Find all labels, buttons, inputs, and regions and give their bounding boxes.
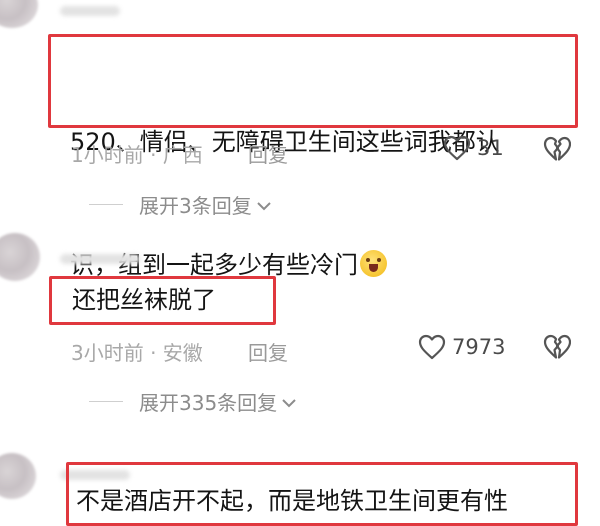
reply-button[interactable]: 回复 <box>248 337 288 366</box>
heart-outline-icon <box>443 135 471 161</box>
like-button[interactable]: 31 <box>443 135 504 161</box>
chevron-down-icon <box>256 193 272 217</box>
avatar[interactable] <box>0 0 38 28</box>
comment-time-location: 3小时前 · 安徽 <box>71 341 203 365</box>
comment-time-location: 1小时前 · 广西 <box>71 143 203 167</box>
chevron-down-icon <box>281 390 297 414</box>
like-count: 31 <box>477 136 504 160</box>
like-button[interactable]: 7973 <box>418 334 505 360</box>
username-blurred[interactable] <box>60 6 120 16</box>
comment-text: 还把丝袜脱了 <box>72 286 216 314</box>
dislike-broken-heart-icon[interactable] <box>543 136 571 162</box>
avatar[interactable] <box>0 233 40 281</box>
divider-line <box>89 204 123 205</box>
expand-replies-button[interactable]: 展开3条回复 <box>89 190 272 219</box>
comment-text: 不是酒店开不起，而是地铁卫生间更有性 <box>76 487 508 515</box>
avatar[interactable] <box>0 453 36 499</box>
dislike-broken-heart-icon[interactable] <box>543 334 571 360</box>
like-count: 7973 <box>452 335 506 359</box>
heart-outline-icon <box>418 334 446 360</box>
reply-button[interactable]: 回复 <box>248 139 288 168</box>
expand-replies-label: 展开335条回复 <box>139 391 278 415</box>
username-blurred[interactable] <box>60 254 140 264</box>
divider-line <box>89 401 123 402</box>
crying-laughing-emoji-icon <box>360 250 387 277</box>
expand-replies-button[interactable]: 展开335条回复 <box>89 387 297 416</box>
expand-replies-label: 展开3条回复 <box>139 194 252 218</box>
